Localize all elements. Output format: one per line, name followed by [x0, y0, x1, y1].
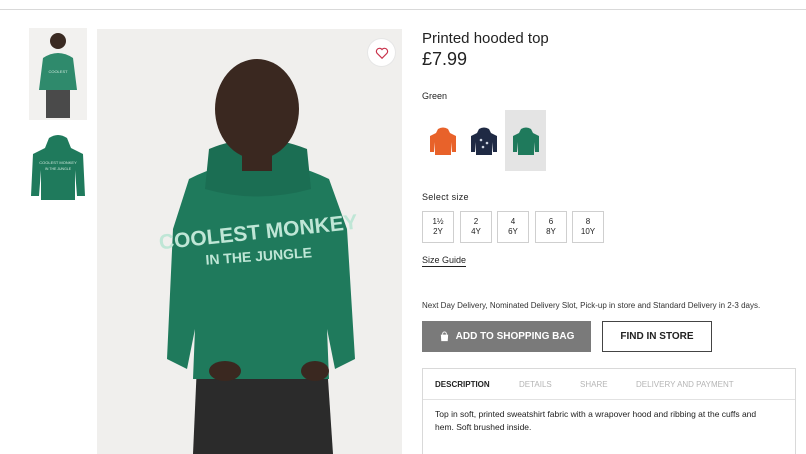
swatch-orange[interactable]	[422, 110, 463, 171]
product-title: Printed hooded top	[422, 30, 549, 47]
size-option[interactable]: 6 8Y	[535, 211, 567, 243]
delivery-info: Next Day Delivery, Nominated Delivery Sl…	[422, 301, 761, 310]
thumbnail-model-image: COOLEST	[29, 28, 87, 120]
find-in-store-button[interactable]: FIND IN STORE	[602, 321, 712, 352]
swatch-green-selected[interactable]	[505, 110, 546, 171]
product-info-panel: DESCRIPTION DETAILS SHARE DELIVERY AND P…	[422, 368, 796, 454]
size-guide-link[interactable]: Size Guide	[422, 255, 467, 267]
product-description: Top in soft, printed sweatshirt fabric w…	[435, 409, 757, 432]
size-option[interactable]: 2 4Y	[460, 211, 492, 243]
svg-text:IN THE JUNGLE: IN THE JUNGLE	[45, 167, 72, 171]
thumbnail-product[interactable]: COOLEST MONKEY IN THE JUNGLE	[29, 130, 87, 208]
thumbnail-model[interactable]: COOLEST	[29, 28, 87, 120]
size-option-years: 8Y	[546, 227, 556, 236]
size-option-age: 6	[548, 217, 554, 226]
green-hoodie-swatch-image	[512, 127, 539, 155]
size-option-years: 10Y	[580, 227, 596, 236]
size-option[interactable]: 1½ 2Y	[422, 211, 454, 243]
size-option-age: 1½	[432, 217, 444, 226]
favourite-button[interactable]	[368, 39, 395, 66]
add-to-bag-button[interactable]: ADD TO SHOPPING BAG	[422, 321, 591, 352]
add-to-bag-label: ADD TO SHOPPING BAG	[455, 331, 575, 342]
size-option-years: 4Y	[471, 227, 481, 236]
tab-share[interactable]: SHARE	[580, 380, 608, 389]
model-photo: COOLEST MONKEY IN THE JUNGLE	[97, 29, 402, 454]
size-option-years: 6Y	[508, 227, 518, 236]
size-option-years: 2Y	[433, 227, 443, 236]
select-size-label: Select size	[422, 192, 469, 202]
header-divider	[0, 9, 806, 10]
svg-text:COOLEST: COOLEST	[48, 69, 68, 74]
shopping-bag-icon	[440, 331, 448, 342]
tab-details[interactable]: DETAILS	[519, 380, 552, 389]
size-option-age: 8	[585, 217, 591, 226]
orange-hoodie-swatch-image	[429, 127, 456, 155]
navy-hoodie-swatch-image	[470, 127, 497, 155]
product-price: £7.99	[422, 49, 468, 69]
size-option-age: 2	[473, 217, 479, 226]
swatch-navy[interactable]	[463, 110, 504, 171]
size-option[interactable]: 4 6Y	[497, 211, 529, 243]
selected-color-label: Green	[422, 91, 448, 101]
thumbnail-product-image: COOLEST MONKEY IN THE JUNGLE	[29, 130, 87, 208]
size-option[interactable]: 8 10Y	[572, 211, 604, 243]
tab-description[interactable]: DESCRIPTION	[435, 380, 490, 389]
heart-icon	[375, 47, 388, 59]
size-option-age: 4	[510, 217, 516, 226]
main-product-image[interactable]: COOLEST MONKEY IN THE JUNGLE	[97, 29, 402, 454]
info-tabs: DESCRIPTION DETAILS SHARE DELIVERY AND P…	[423, 369, 795, 400]
svg-text:COOLEST MONKEY: COOLEST MONKEY	[39, 160, 77, 165]
tab-delivery-and-payment[interactable]: DELIVERY AND PAYMENT	[636, 380, 734, 389]
